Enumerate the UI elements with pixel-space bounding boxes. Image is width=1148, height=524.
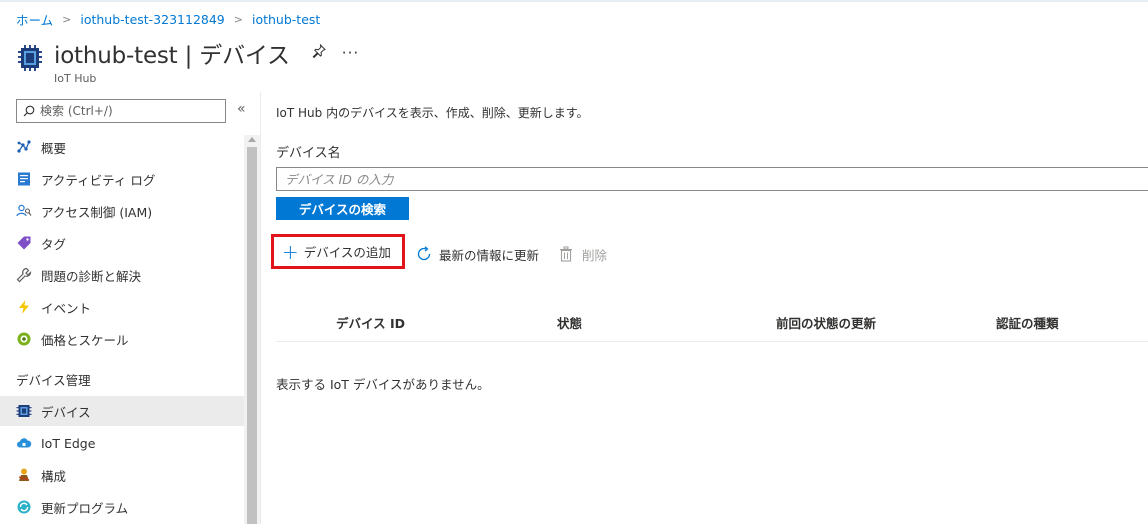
- scroll-up-arrow-icon[interactable]: [248, 137, 256, 142]
- pin-icon[interactable]: [312, 43, 326, 62]
- sidebar-scrollbar[interactable]: [244, 135, 260, 524]
- top-border: [0, 0, 1148, 2]
- sidebar-section-device-management: デバイス管理: [16, 373, 91, 388]
- collapse-sidebar-icon[interactable]: «: [237, 101, 246, 117]
- sidebar-item-label: アクセス制御 (IAM): [41, 204, 153, 220]
- sidebar-item-updates[interactable]: 更新プログラム: [0, 492, 244, 522]
- sidebar-item-iam[interactable]: アクセス制御 (IAM): [0, 196, 244, 226]
- refresh-button[interactable]: 最新の情報に更新: [416, 239, 539, 269]
- wrench-icon: [16, 267, 32, 283]
- sidebar-item-label: タグ: [41, 236, 67, 252]
- sidebar-item-label: 更新プログラム: [41, 500, 129, 516]
- overview-icon: [16, 139, 32, 155]
- sidebar-item-label: 概要: [41, 140, 67, 156]
- page-subtitle: IoT Hub: [54, 72, 97, 85]
- column-header-device-id[interactable]: デバイス ID: [336, 313, 405, 332]
- tag-icon: [16, 235, 32, 251]
- page-header: iothub-test | デバイス ··· IoT Hub: [16, 36, 359, 85]
- sidebar-item-configuration[interactable]: 構成: [0, 460, 244, 490]
- refresh-icon: [417, 246, 431, 261]
- iot-hub-chip-icon: [18, 45, 42, 71]
- command-bar: + デバイスの追加 最新の情報に更新 削除: [271, 234, 676, 269]
- breadcrumb: ホーム > iothub-test-323112849 > iothub-tes…: [16, 10, 320, 29]
- find-devices-button[interactable]: デバイスの検索: [276, 197, 409, 220]
- sidebar-scrollbar-thumb[interactable]: [247, 147, 257, 524]
- device-name-label: デバイス名: [276, 146, 341, 161]
- page-description: IoT Hub 内のデバイスを表示、作成、削除、更新します。: [276, 106, 589, 120]
- configuration-icon: [16, 467, 32, 483]
- breadcrumb-iothub[interactable]: iothub-test: [252, 12, 320, 27]
- sidebar-item-overview[interactable]: 概要: [0, 132, 244, 162]
- trash-icon: [560, 246, 572, 262]
- sidebar-item-label: アクティビティ ログ: [41, 172, 156, 188]
- update-icon: [16, 499, 32, 515]
- cloud-icon: [16, 435, 32, 451]
- sidebar-item-events[interactable]: イベント: [0, 292, 244, 322]
- sidebar-divider: [260, 92, 261, 524]
- sidebar-item-diagnose[interactable]: 問題の診断と解決: [0, 260, 244, 290]
- column-header-last-status-update[interactable]: 前回の状態の更新: [776, 313, 876, 332]
- page-title: iothub-test | デバイス: [54, 43, 290, 69]
- sidebar-item-label: 価格とスケール: [41, 332, 129, 348]
- pricing-icon: [16, 331, 32, 347]
- delete-button[interactable]: 削除: [559, 239, 607, 269]
- more-options-icon[interactable]: ···: [342, 44, 359, 62]
- sidebar-item-pricing[interactable]: 価格とスケール: [0, 324, 244, 354]
- chip-icon: [16, 403, 32, 419]
- sidebar-item-tags[interactable]: タグ: [0, 228, 244, 258]
- add-device-button[interactable]: + デバイスの追加: [271, 234, 405, 269]
- lightning-icon: [16, 299, 32, 315]
- chevron-right-icon: >: [233, 13, 243, 26]
- add-device-label: デバイスの追加: [303, 245, 391, 260]
- empty-table-message: 表示する IoT デバイスがありません。: [276, 377, 490, 392]
- iam-icon: [16, 203, 32, 219]
- activity-log-icon: [16, 171, 32, 187]
- sidebar-item-label: IoT Edge: [41, 435, 96, 451]
- device-id-input[interactable]: [276, 167, 1148, 191]
- chevron-right-icon: >: [62, 13, 72, 26]
- plus-icon: +: [282, 239, 299, 264]
- sidebar-item-label: デバイス: [41, 404, 91, 420]
- sidebar: « 概要 アクティビティ ログ アクセス制御 (IAM) タグ 問題の診断と解決: [0, 92, 260, 524]
- sidebar-item-iot-edge[interactable]: IoT Edge: [0, 428, 244, 458]
- sidebar-search-input[interactable]: [40, 104, 220, 118]
- breadcrumb-home[interactable]: ホーム: [16, 10, 53, 29]
- breadcrumb-resource-group[interactable]: iothub-test-323112849: [80, 12, 224, 27]
- sidebar-item-label: イベント: [41, 300, 92, 316]
- sidebar-item-devices[interactable]: デバイス: [0, 396, 244, 426]
- sidebar-item-label: 構成: [41, 468, 67, 484]
- refresh-label: 最新の情報に更新: [439, 247, 540, 263]
- delete-label: 削除: [582, 247, 608, 263]
- sidebar-item-label: 問題の診断と解決: [41, 268, 142, 284]
- search-icon: [23, 105, 35, 117]
- sidebar-search: [16, 99, 226, 123]
- column-header-status[interactable]: 状態: [557, 313, 582, 332]
- device-table-header: デバイス ID 状態 前回の状態の更新 認証の種類: [276, 304, 1148, 342]
- sidebar-item-activity-log[interactable]: アクティビティ ログ: [0, 164, 244, 194]
- column-header-auth-type[interactable]: 認証の種類: [996, 313, 1059, 332]
